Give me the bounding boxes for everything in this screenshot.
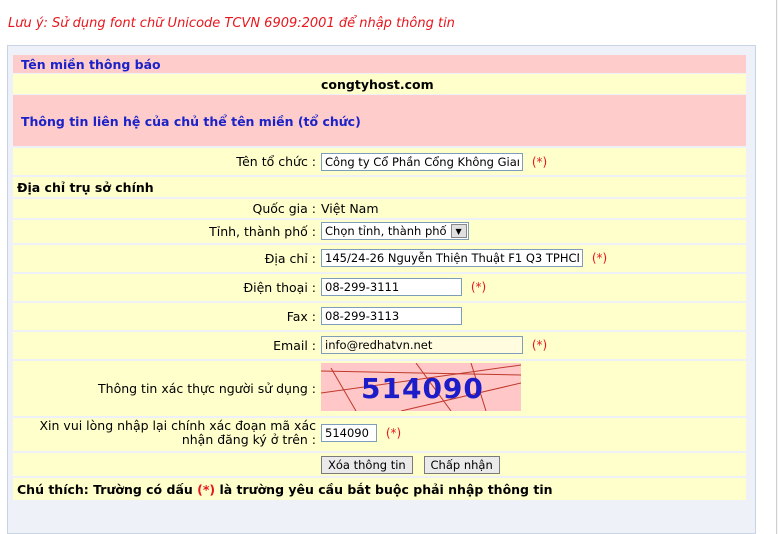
notice-title: Tên miền thông báo xyxy=(21,57,161,72)
required-mark: (*) xyxy=(385,426,402,440)
footer-prefix: Chú thích: Trường có dấu xyxy=(17,482,193,497)
domain-row: congtyhost.com xyxy=(13,74,746,94)
captcha-confirm-row: Xin vui lòng nhập lại chính xác đoạn mã … xyxy=(13,418,746,451)
province-label: Tỉnh, thành phố : xyxy=(209,224,316,239)
submit-button[interactable]: Chấp nhận xyxy=(423,456,500,474)
captcha-confirm-input[interactable] xyxy=(321,424,377,442)
captcha-row: Thông tin xác thực người sử dụng : 51409… xyxy=(13,361,746,416)
address-input[interactable] xyxy=(321,249,583,267)
province-select[interactable]: Chọn tỉnh, thành phố ▼ xyxy=(321,222,469,240)
address-label: Địa chỉ : xyxy=(264,251,316,266)
footer-note: Chú thích: Trường có dấu (*) là trường y… xyxy=(17,482,553,497)
fax-input[interactable] xyxy=(321,307,462,325)
contact-title: Thông tin liên hệ của chủ thể tên miền (… xyxy=(21,114,361,129)
captcha-label: Thông tin xác thực người sử dụng : xyxy=(98,381,316,396)
country-label: Quốc gia : xyxy=(252,201,316,216)
required-mark: (*) xyxy=(470,280,487,294)
unicode-note: Lưu ý: Sử dụng font chữ Unicode TCVN 690… xyxy=(8,16,455,31)
domain-name: congtyhost.com xyxy=(321,77,434,92)
hq-heading-row: Địa chỉ trụ sở chính xyxy=(13,177,746,197)
org-name-row: Tên tổ chức : (*) xyxy=(13,148,746,175)
captcha-code: 514090 xyxy=(361,372,484,405)
email-label: Email : xyxy=(273,338,316,353)
phone-row: Điện thoại : (*) xyxy=(13,274,746,301)
phone-label: Điện thoại : xyxy=(243,280,316,295)
chevron-down-icon[interactable]: ▼ xyxy=(450,224,467,238)
fax-row: Fax : xyxy=(13,303,746,330)
country-value: Việt Nam xyxy=(321,201,379,216)
captcha-confirm-label: Xin vui lòng nhập lại chính xác đoạn mã … xyxy=(39,419,316,447)
required-mark: (*) xyxy=(531,155,548,169)
province-row: Tỉnh, thành phố : Chọn tỉnh, thành phố ▼ xyxy=(13,220,746,243)
phone-input[interactable] xyxy=(321,278,462,296)
address-row: Địa chỉ : (*) xyxy=(13,245,746,272)
required-mark: (*) xyxy=(531,338,548,352)
org-name-label: Tên tổ chức : xyxy=(236,154,316,169)
country-row: Quốc gia : Việt Nam xyxy=(13,199,746,218)
required-mark: (*) xyxy=(591,251,608,265)
notice-title-row: Tên miền thông báo xyxy=(13,55,746,73)
hq-heading: Địa chỉ trụ sở chính xyxy=(17,180,154,195)
email-row: Email : (*) xyxy=(13,332,746,359)
footer-required-mark: (*) xyxy=(197,482,216,497)
captcha-confirm-label-line2: nhận đăng ký ở trên : xyxy=(181,432,316,447)
province-selected: Chọn tỉnh, thành phố xyxy=(325,224,447,238)
fax-label: Fax : xyxy=(286,309,316,324)
footer-suffix: là trường yêu cầu bắt buộc phải nhập thô… xyxy=(219,482,553,497)
email-input[interactable] xyxy=(321,336,523,354)
contact-title-row: Thông tin liên hệ của chủ thể tên miền (… xyxy=(13,95,746,146)
clear-button[interactable]: Xóa thông tin xyxy=(321,456,413,474)
captcha-confirm-label-line1: Xin vui lòng nhập lại chính xác đoạn mã … xyxy=(39,418,316,433)
org-name-input[interactable] xyxy=(321,153,523,171)
footer-row: Chú thích: Trường có dấu (*) là trường y… xyxy=(13,478,746,500)
captcha-image: 514090 xyxy=(321,363,521,411)
buttons-row: Xóa thông tin Chấp nhận xyxy=(13,453,746,476)
